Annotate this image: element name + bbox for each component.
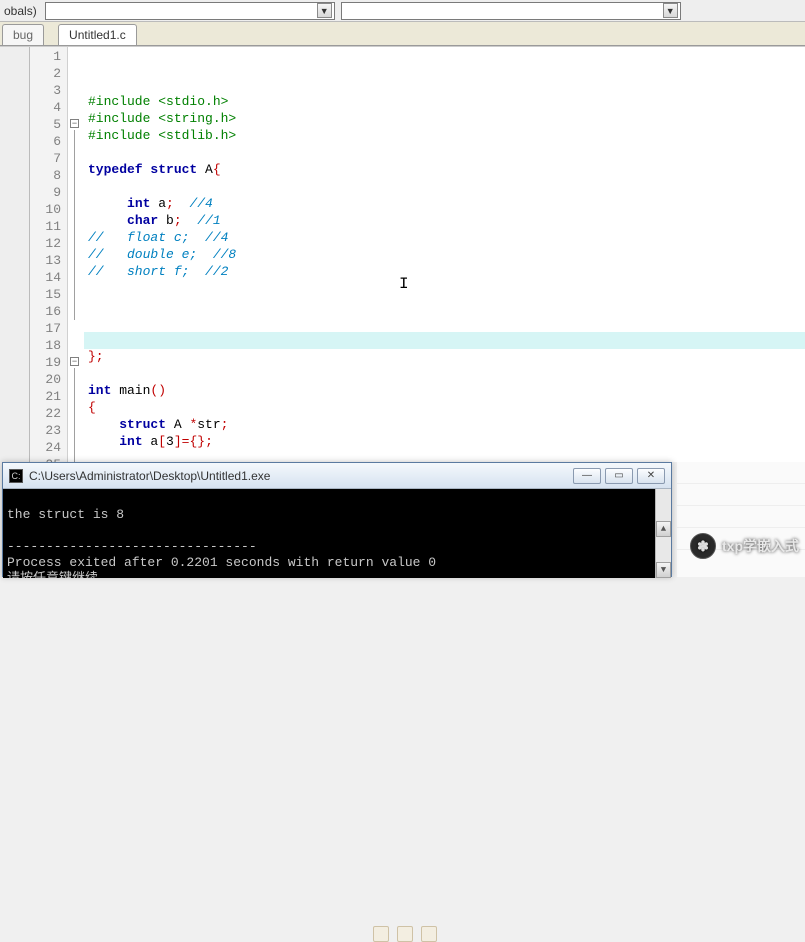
code-line[interactable]: // short f; //2 bbox=[84, 264, 805, 281]
line-number: 20 bbox=[30, 372, 67, 389]
top-toolbar: obals) ▼ ▼ bbox=[0, 0, 805, 22]
code-line[interactable]: // float c; //4 bbox=[84, 230, 805, 247]
fold-toggle-icon[interactable]: − bbox=[70, 357, 79, 366]
code-editor[interactable]: 1234567891011121314151617181920212223242… bbox=[0, 46, 805, 462]
line-number: 19 bbox=[30, 355, 67, 372]
watermark: ✽ txp学嵌入式 bbox=[690, 533, 799, 559]
code-area[interactable]: I #include <stdio.h>#include <string.h>#… bbox=[84, 47, 805, 462]
code-line[interactable] bbox=[84, 145, 805, 162]
code-line[interactable]: #include <stdio.h> bbox=[84, 94, 805, 111]
maximize-button[interactable]: ▭ bbox=[605, 468, 633, 484]
code-line[interactable]: int a[3]={}; bbox=[84, 434, 805, 451]
line-number: 6 bbox=[30, 134, 67, 151]
line-number: 16 bbox=[30, 304, 67, 321]
watermark-text: txp学嵌入式 bbox=[722, 536, 799, 556]
console-line: Process exited after 0.2201 seconds with… bbox=[7, 555, 436, 570]
line-number: 2 bbox=[30, 66, 67, 83]
line-number: 24 bbox=[30, 440, 67, 457]
console-app-icon: C: bbox=[9, 469, 23, 483]
wechat-icon: ✽ bbox=[690, 533, 716, 559]
line-number: 23 bbox=[30, 423, 67, 440]
code-line[interactable]: int a; //4 bbox=[84, 196, 805, 213]
code-line[interactable]: struct A *str; bbox=[84, 417, 805, 434]
console-output[interactable]: the struct is 8 ------------------------… bbox=[3, 489, 671, 578]
scope-combobox[interactable]: ▼ bbox=[45, 2, 335, 20]
code-line[interactable]: { bbox=[84, 400, 805, 417]
code-line[interactable]: #include <stdlib.h> bbox=[84, 128, 805, 145]
close-button[interactable]: ✕ bbox=[637, 468, 665, 484]
code-line[interactable] bbox=[84, 281, 805, 298]
tab-debug[interactable]: bug bbox=[2, 24, 44, 45]
console-scrollbar[interactable]: ▲ ▼ bbox=[655, 489, 671, 578]
code-line[interactable]: int main() bbox=[84, 383, 805, 400]
chevron-down-icon: ▼ bbox=[317, 3, 332, 18]
right-side-panel bbox=[677, 462, 805, 577]
code-line[interactable] bbox=[84, 315, 805, 332]
line-number: 22 bbox=[30, 406, 67, 423]
console-line: the struct is 8 bbox=[7, 507, 124, 522]
symbol-combobox[interactable]: ▼ bbox=[341, 2, 681, 20]
tab-bar: bug Untitled1.c bbox=[0, 22, 805, 46]
console-line: 请按任意键继续. . . bbox=[7, 571, 137, 578]
scroll-up-icon[interactable]: ▲ bbox=[656, 521, 671, 537]
console-line: -------------------------------- bbox=[7, 539, 257, 554]
line-number: 13 bbox=[30, 253, 67, 270]
line-number: 4 bbox=[30, 100, 67, 117]
code-line[interactable] bbox=[84, 366, 805, 383]
line-number: 8 bbox=[30, 168, 67, 185]
class-browser-pane bbox=[0, 47, 30, 462]
code-line[interactable]: char b; //1 bbox=[84, 213, 805, 230]
line-number: 12 bbox=[30, 236, 67, 253]
line-number: 3 bbox=[30, 83, 67, 100]
code-line[interactable] bbox=[84, 179, 805, 196]
line-number: 15 bbox=[30, 287, 67, 304]
line-number: 11 bbox=[30, 219, 67, 236]
line-number-gutter: 1234567891011121314151617181920212223242… bbox=[30, 47, 68, 462]
code-line[interactable] bbox=[84, 298, 805, 315]
line-number: 1 bbox=[30, 49, 67, 66]
line-number: 9 bbox=[30, 185, 67, 202]
console-title: C:\Users\Administrator\Desktop\Untitled1… bbox=[29, 469, 569, 483]
tab-file[interactable]: Untitled1.c bbox=[58, 24, 137, 45]
line-number: 17 bbox=[30, 321, 67, 338]
fold-guide-line bbox=[74, 130, 75, 320]
globals-label: obals) bbox=[0, 4, 41, 18]
fold-toggle-icon[interactable]: − bbox=[70, 119, 79, 128]
chevron-down-icon: ▼ bbox=[663, 3, 678, 18]
code-line[interactable]: }; bbox=[84, 349, 805, 366]
line-number: 7 bbox=[30, 151, 67, 168]
code-line[interactable]: #include <string.h> bbox=[84, 111, 805, 128]
code-line[interactable]: // double e; //8 bbox=[84, 247, 805, 264]
minimize-button[interactable]: — bbox=[573, 468, 601, 484]
overlay-icons bbox=[373, 926, 437, 942]
console-window[interactable]: C: C:\Users\Administrator\Desktop\Untitl… bbox=[2, 462, 672, 577]
line-number: 18 bbox=[30, 338, 67, 355]
line-number: 10 bbox=[30, 202, 67, 219]
fold-column[interactable]: − − bbox=[68, 47, 84, 462]
console-titlebar[interactable]: C: C:\Users\Administrator\Desktop\Untitl… bbox=[3, 463, 671, 489]
code-line[interactable] bbox=[84, 332, 805, 349]
code-line[interactable]: typedef struct A{ bbox=[84, 162, 805, 179]
line-number: 14 bbox=[30, 270, 67, 287]
scroll-down-icon[interactable]: ▼ bbox=[656, 562, 671, 578]
line-number: 21 bbox=[30, 389, 67, 406]
fold-guide-line bbox=[74, 368, 75, 468]
line-number: 5 bbox=[30, 117, 67, 134]
